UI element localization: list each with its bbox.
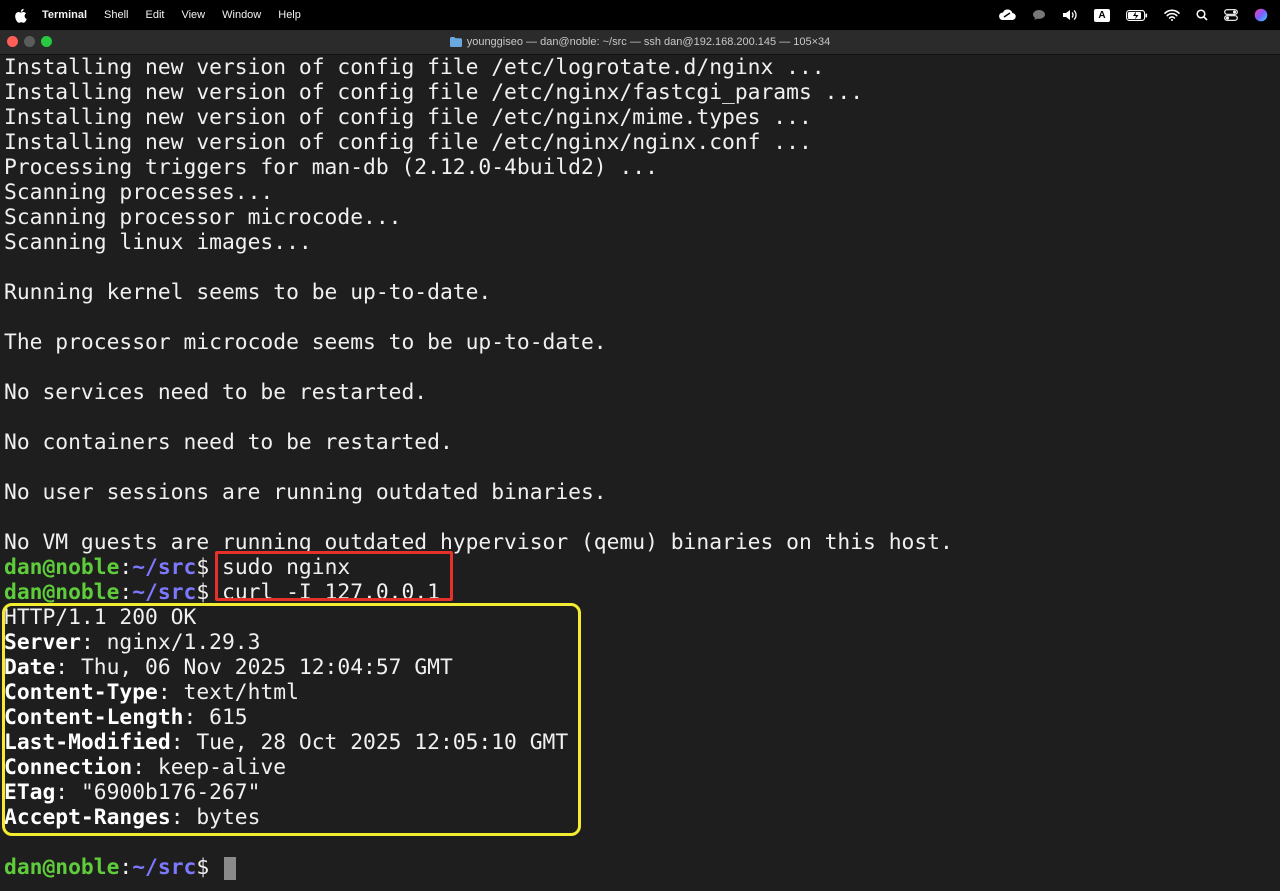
menu-window[interactable]: Window — [222, 9, 261, 21]
text-cursor — [224, 856, 236, 880]
output-line: Scanning linux images... — [4, 230, 312, 255]
prompt-user-host: dan@noble — [4, 555, 120, 580]
output-line: Scanning processor microcode... — [4, 205, 402, 230]
wifi-icon[interactable] — [1164, 9, 1180, 21]
folder-icon — [449, 37, 462, 47]
prompt-user-host: dan@noble — [4, 580, 120, 605]
prompt-user-host: dan@noble — [4, 855, 120, 880]
prompt-path: ~/src — [132, 855, 197, 880]
menu-view[interactable]: View — [181, 9, 205, 21]
output-line: No user sessions are running outdated bi… — [4, 480, 607, 505]
output-line: Running kernel seems to be up-to-date. — [4, 280, 492, 305]
input-source-icon[interactable]: A — [1094, 8, 1110, 22]
prompt-path: ~/src — [132, 555, 197, 580]
prompt-colon: : — [119, 580, 133, 605]
window-titlebar[interactable]: younggiseo — dan@noble: ~/src — ssh dan@… — [0, 30, 1280, 55]
prompt-colon: : — [119, 555, 133, 580]
command-line-sudo-nginx: dan@noble:~/src$ sudo nginx — [4, 555, 1280, 580]
spotlight-search-icon[interactable] — [1196, 9, 1208, 21]
status-area: A — [998, 0, 1268, 30]
cloud-sync-icon[interactable] — [998, 9, 1016, 21]
response-headers-highlight-box — [2, 603, 581, 836]
window-title: younggiseo — dan@noble: ~/src — ssh dan@… — [466, 36, 831, 48]
output-line: Installing new version of config file /e… — [4, 80, 864, 105]
output-line: Installing new version of config file /e… — [4, 55, 825, 80]
volume-icon[interactable] — [1062, 9, 1078, 21]
battery-icon[interactable] — [1126, 9, 1148, 21]
output-line: The processor microcode seems to be up-t… — [4, 330, 607, 355]
command-line-curl: dan@noble:~/src$ curl -I 127.0.0.1 — [4, 580, 1280, 605]
active-prompt-line[interactable]: dan@noble:~/src$ — [4, 855, 1280, 880]
siri-icon[interactable] — [1254, 8, 1268, 22]
menu-shell[interactable]: Shell — [104, 9, 128, 21]
output-line: Scanning processes... — [4, 180, 274, 205]
output-line: Installing new version of config file /e… — [4, 105, 812, 130]
window-title-container: younggiseo — dan@noble: ~/src — ssh dan@… — [0, 30, 1280, 54]
output-line: Processing triggers for man-db (2.12.0-4… — [4, 155, 658, 180]
menu-app-terminal[interactable]: Terminal — [42, 9, 87, 21]
menu-edit[interactable]: Edit — [146, 9, 165, 21]
output-line: No VM guests are running outdated hyperv… — [4, 530, 953, 555]
output-line: No services need to be restarted. — [4, 380, 428, 405]
prompt-dollar: $ — [196, 855, 222, 880]
commands-highlight-box — [215, 551, 453, 601]
output-line: Installing new version of config file /e… — [4, 130, 812, 155]
chat-bubble-icon[interactable] — [1032, 9, 1046, 21]
output-line: No containers need to be restarted. — [4, 430, 453, 455]
menu-bar: Terminal Shell Edit View Window Help A — [0, 0, 1280, 30]
menu-help[interactable]: Help — [278, 9, 301, 21]
apple-menu-icon[interactable] — [14, 8, 30, 23]
prompt-path: ~/src — [132, 580, 197, 605]
input-source-label: A — [1094, 8, 1110, 22]
control-center-icon[interactable] — [1224, 9, 1238, 21]
prompt-colon: : — [119, 855, 133, 880]
